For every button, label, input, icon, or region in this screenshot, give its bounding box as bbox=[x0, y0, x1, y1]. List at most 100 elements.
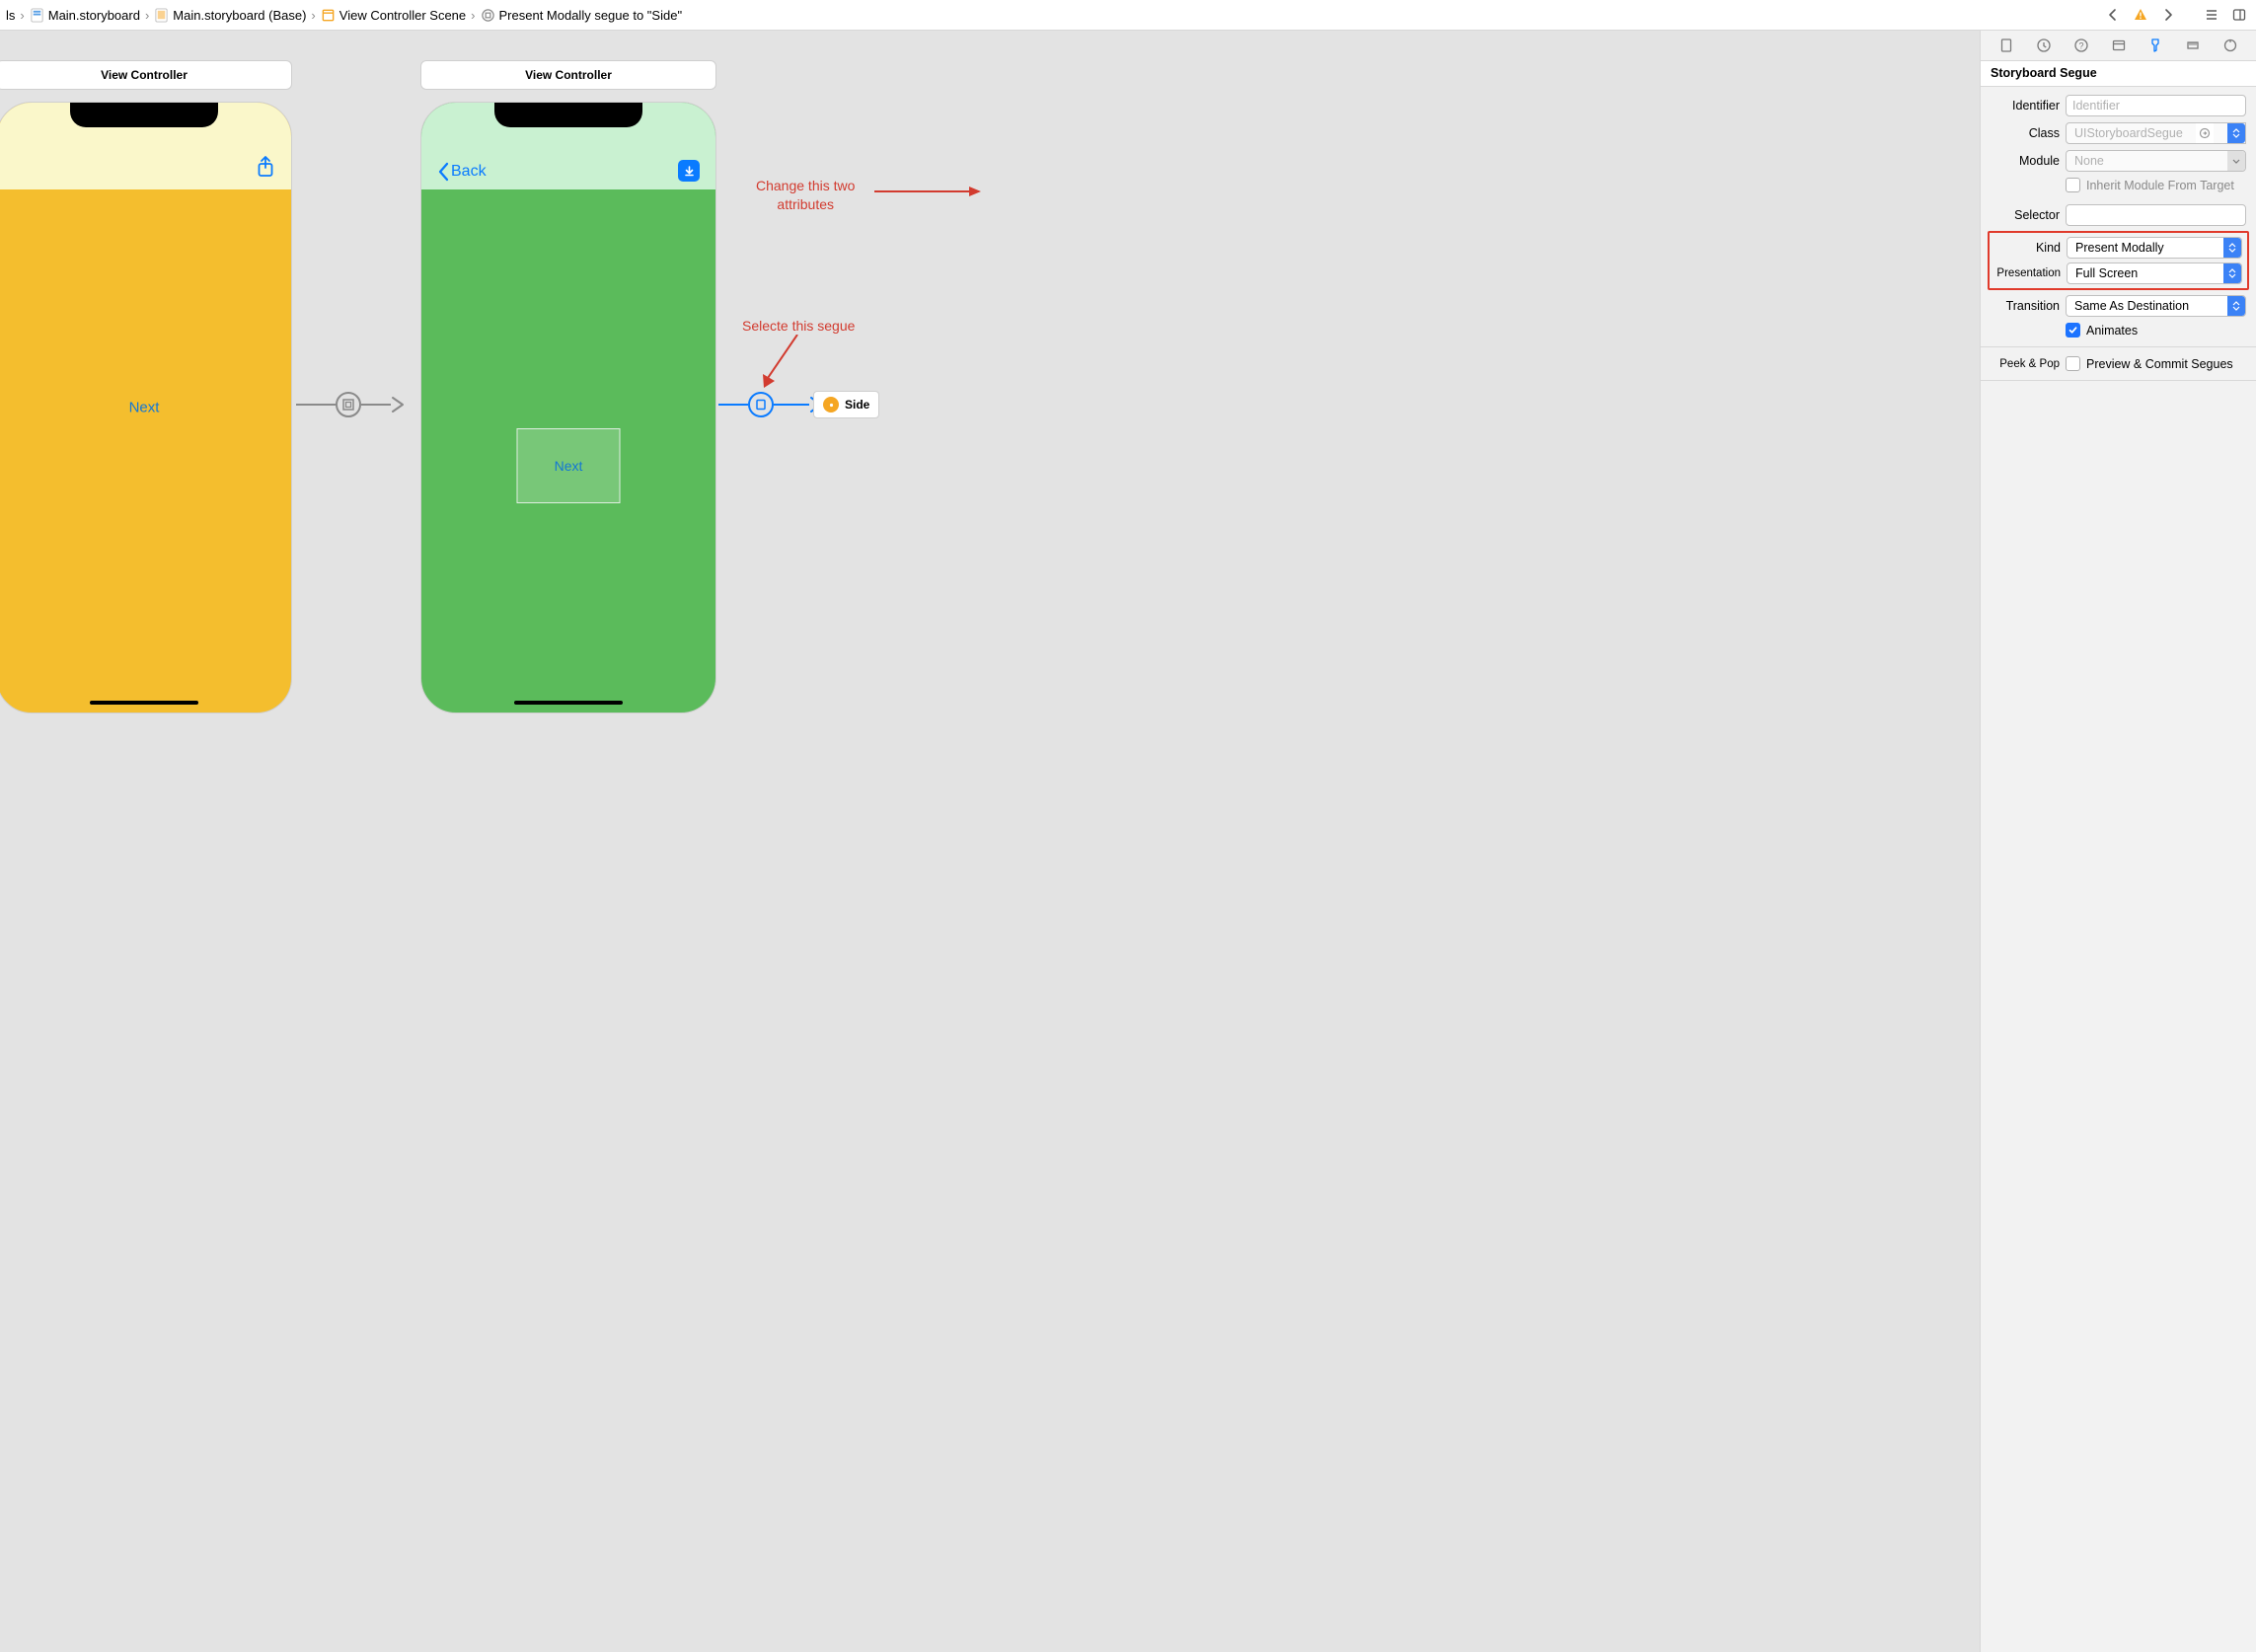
transition-label: Transition bbox=[1991, 299, 2060, 313]
selector-label: Selector bbox=[1991, 208, 2060, 222]
stepper-icon[interactable] bbox=[2223, 263, 2241, 283]
identity-inspector-tab[interactable] bbox=[2101, 31, 2137, 60]
class-select[interactable]: UIStoryboardSegue bbox=[2066, 122, 2246, 144]
svg-text:?: ? bbox=[2078, 41, 2083, 51]
crumb-label: Main.storyboard bbox=[48, 8, 140, 23]
annotation-change-attributes: Change this two attributes bbox=[756, 177, 855, 214]
class-jump-icon[interactable] bbox=[2196, 122, 2214, 144]
next-button[interactable]: Next bbox=[555, 458, 583, 474]
share-icon[interactable] bbox=[256, 155, 275, 182]
chevron-right-icon: › bbox=[144, 8, 150, 23]
preview-commit-checkbox[interactable] bbox=[2066, 356, 2080, 371]
highlighted-attributes-box: Kind Present Modally P bbox=[1988, 231, 2249, 290]
segue-present-modally[interactable] bbox=[718, 392, 823, 417]
transition-value: Same As Destination bbox=[2072, 299, 2189, 313]
size-inspector-tab[interactable] bbox=[2175, 31, 2211, 60]
vc-reference-chip[interactable]: Side bbox=[813, 391, 879, 418]
inspector-tabs: ? → bbox=[1981, 31, 2256, 60]
crumb-label: Main.storyboard (Base) bbox=[173, 8, 306, 23]
top-toolbar: ls › Main.storyboard › Main.storyboard (… bbox=[0, 0, 2256, 31]
kind-value: Present Modally bbox=[2073, 241, 2164, 255]
scene-title-bar[interactable]: View Controller bbox=[420, 60, 716, 90]
scene-view-controller-2[interactable]: View Controller Back Next bbox=[420, 60, 716, 713]
storyboard-file-icon bbox=[30, 8, 44, 23]
annotation-arrow-icon bbox=[760, 335, 809, 392]
class-label: Class bbox=[1991, 126, 2060, 140]
inspector-section-title: Storyboard Segue bbox=[1981, 60, 2256, 87]
download-icon[interactable] bbox=[678, 160, 700, 182]
outline-toggle-button[interactable] bbox=[2201, 4, 2222, 26]
back-button[interactable]: Back bbox=[437, 162, 487, 182]
crumb-label: Present Modally segue to "Side" bbox=[499, 8, 683, 23]
stepper-icon[interactable] bbox=[2227, 296, 2245, 316]
chevron-right-icon: › bbox=[470, 8, 476, 23]
embed-segue-icon bbox=[336, 392, 361, 417]
home-indicator bbox=[90, 701, 198, 705]
breadcrumb: ls › Main.storyboard › Main.storyboard (… bbox=[6, 8, 2100, 23]
animates-checkbox[interactable] bbox=[2066, 323, 2080, 338]
warning-icon[interactable] bbox=[2130, 4, 2151, 26]
stepper-icon[interactable] bbox=[2223, 238, 2241, 258]
storyboard-base-icon bbox=[154, 8, 169, 23]
identifier-label: Identifier bbox=[1991, 99, 2060, 113]
peek-pop-label: Peek & Pop bbox=[1991, 358, 2060, 370]
crumb-label: ls bbox=[6, 8, 15, 23]
breadcrumb-item[interactable]: View Controller Scene bbox=[321, 8, 466, 23]
connections-inspector-tab[interactable]: → bbox=[2213, 31, 2248, 60]
nav-forward-button[interactable] bbox=[2157, 4, 2179, 26]
scene-title-bar[interactable]: View Controller bbox=[0, 60, 292, 90]
animates-label: Animates bbox=[2086, 324, 2138, 338]
preview-commit-label: Preview & Commit Segues bbox=[2086, 357, 2233, 371]
chevron-right-icon: › bbox=[19, 8, 25, 23]
identifier-field[interactable] bbox=[2066, 95, 2246, 116]
inherit-module-checkbox[interactable] bbox=[2066, 178, 2080, 192]
toolbar-right bbox=[2102, 4, 2250, 26]
home-indicator bbox=[514, 701, 623, 705]
file-inspector-tab[interactable] bbox=[1989, 31, 2024, 60]
present-modally-segue-icon bbox=[748, 392, 774, 417]
adjust-editor-button[interactable] bbox=[2228, 4, 2250, 26]
inherit-module-label: Inherit Module From Target bbox=[2086, 179, 2234, 192]
nav-back-button[interactable] bbox=[2102, 4, 2124, 26]
container-view[interactable]: Next bbox=[517, 428, 621, 503]
help-inspector-tab[interactable]: ? bbox=[2064, 31, 2099, 60]
scene-icon bbox=[321, 8, 336, 23]
kind-label: Kind bbox=[1994, 241, 2061, 255]
storyboard-canvas[interactable]: View Controller Next bbox=[0, 31, 1980, 1652]
annotation-arrow-icon bbox=[874, 185, 983, 198]
annotation-select-segue: Selecte this segue bbox=[742, 317, 855, 336]
breadcrumb-item[interactable]: Main.storyboard bbox=[30, 8, 140, 23]
breadcrumb-item[interactable]: Main.storyboard (Base) bbox=[154, 8, 306, 23]
breadcrumb-item[interactable]: Present Modally segue to "Side" bbox=[481, 8, 683, 23]
back-label: Back bbox=[451, 163, 487, 181]
vc-icon bbox=[823, 397, 839, 413]
kind-select[interactable]: Present Modally bbox=[2067, 237, 2242, 259]
chevron-right-icon: › bbox=[310, 8, 316, 23]
device-notch bbox=[70, 103, 218, 127]
stepper-icon[interactable] bbox=[2227, 123, 2245, 143]
presentation-label: Presentation bbox=[1994, 267, 2061, 279]
device-frame: Back Next bbox=[420, 102, 716, 713]
crumb-label: View Controller Scene bbox=[339, 8, 466, 23]
next-button[interactable]: Next bbox=[129, 400, 160, 416]
device-notch bbox=[494, 103, 642, 127]
presentation-select[interactable]: Full Screen bbox=[2067, 263, 2242, 284]
module-value: None bbox=[2072, 154, 2104, 168]
stepper-icon[interactable] bbox=[2227, 151, 2245, 171]
attributes-inspector-tab[interactable] bbox=[2138, 31, 2173, 60]
class-value: UIStoryboardSegue bbox=[2072, 126, 2183, 140]
module-label: Module bbox=[1991, 154, 2060, 168]
scene-view-controller-1[interactable]: View Controller Next bbox=[0, 60, 292, 713]
module-select[interactable]: None bbox=[2066, 150, 2246, 172]
arrowhead-icon bbox=[391, 396, 405, 413]
device-frame: Next bbox=[0, 102, 292, 713]
segue-icon bbox=[481, 8, 495, 23]
inspector-panel: ? → Storyboard Segue Identifier Class bbox=[1980, 31, 2256, 1652]
history-inspector-tab[interactable] bbox=[2026, 31, 2062, 60]
selector-field[interactable] bbox=[2066, 204, 2246, 226]
transition-select[interactable]: Same As Destination bbox=[2066, 295, 2246, 317]
breadcrumb-item[interactable]: ls bbox=[6, 8, 15, 23]
segue-embed[interactable] bbox=[296, 392, 405, 417]
vc-chip-label: Side bbox=[845, 398, 869, 412]
presentation-value: Full Screen bbox=[2073, 266, 2138, 280]
